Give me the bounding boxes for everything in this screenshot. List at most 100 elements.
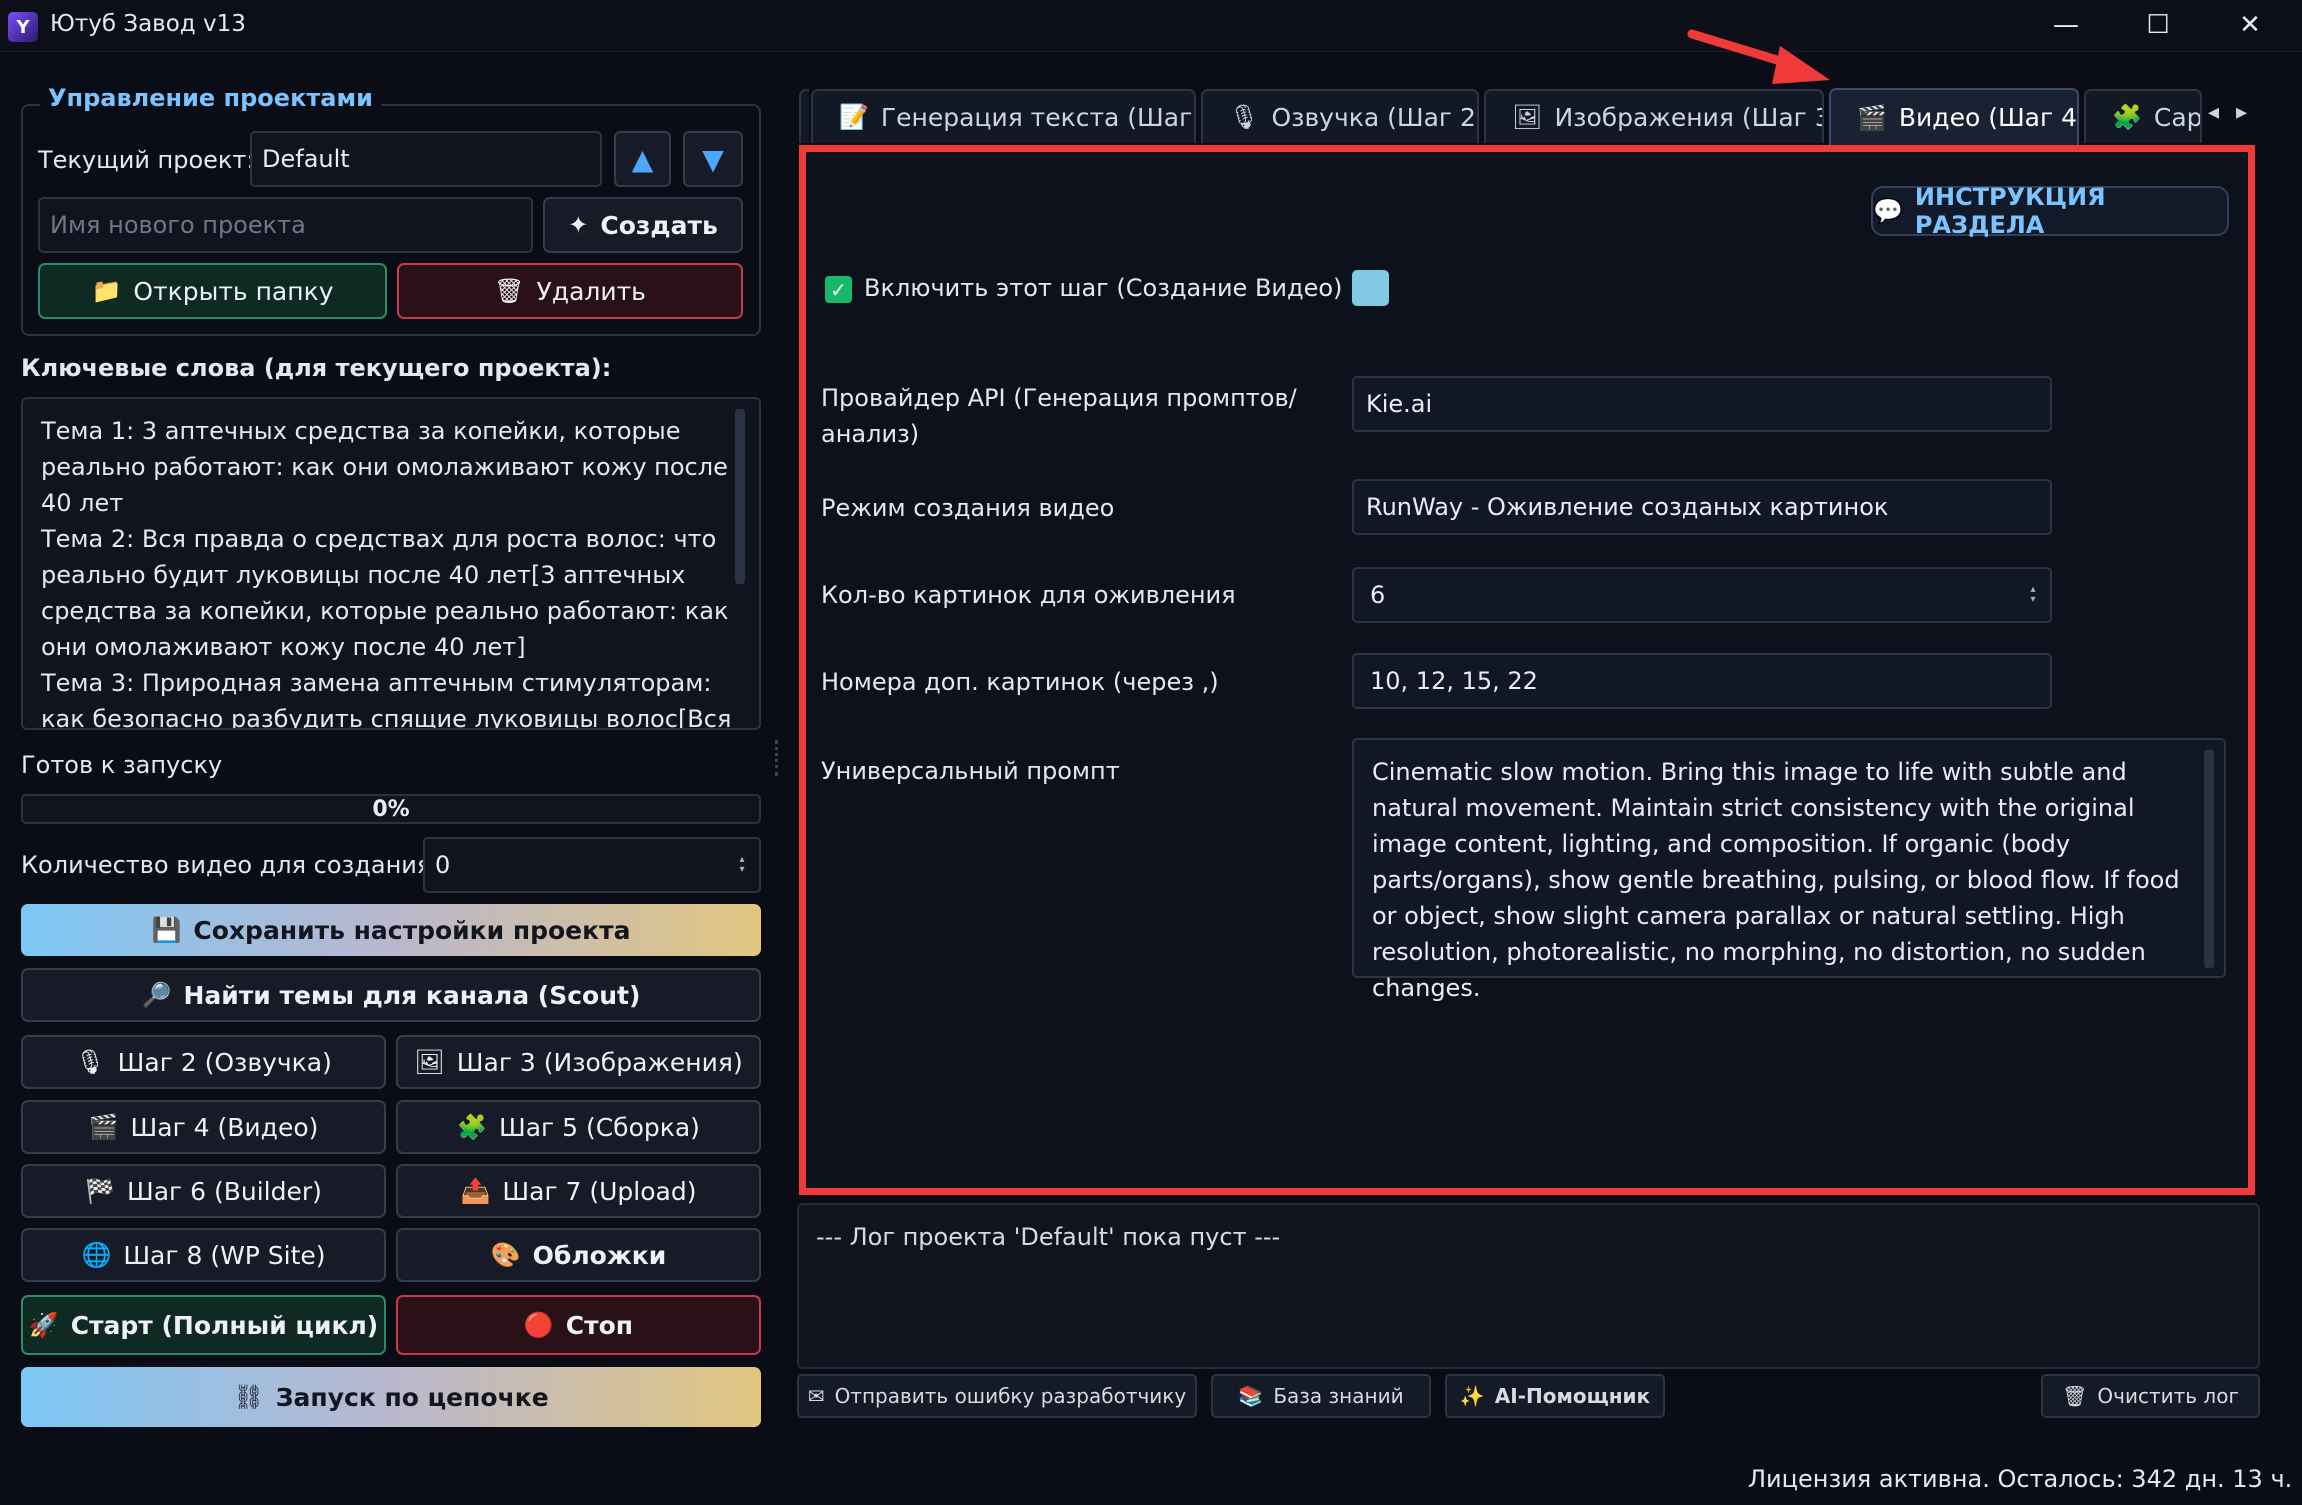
enable-step-checkbox[interactable]: ✓ xyxy=(825,276,852,303)
step4-label: Шаг 4 (Видео) xyxy=(130,1112,319,1142)
log-text: --- Лог проекта 'Default' пока пуст --- xyxy=(816,1223,1281,1251)
microphone-icon: 🎙 xyxy=(1229,103,1260,131)
memo-icon: 📝 xyxy=(839,103,869,131)
puzzle-icon: 🧩 xyxy=(457,1113,487,1141)
universal-prompt-label: Универсальный промпт xyxy=(821,757,1120,785)
step2-button[interactable]: 🎙 Шаг 2 (Озвучка) xyxy=(21,1035,386,1089)
sparkles-icon: ✨ xyxy=(1459,1384,1485,1408)
progress-bar: 0% xyxy=(21,794,761,824)
delete-project-button[interactable]: 🗑 Удалить xyxy=(397,263,743,319)
section-instruction-label: ИНСТРУКЦИЯ РАЗДЕЛА xyxy=(1914,183,2106,239)
project-management-title: Управление проектами xyxy=(40,84,381,112)
video-mode-select[interactable]: RunWay - Оживление созданых картинок xyxy=(1352,479,2052,535)
chain-run-label: Запуск по цепочке xyxy=(275,1382,549,1412)
step5-button[interactable]: 🧩 Шаг 5 (Сборка) xyxy=(396,1100,761,1154)
step2-label: Шаг 2 (Озвучка) xyxy=(117,1047,332,1077)
ai-assistant-label: AI-Помощник xyxy=(1494,1384,1651,1408)
covers-button[interactable]: 🎨 Обложки xyxy=(396,1228,761,1282)
video-count-label: Количество видео для создания: xyxy=(21,851,440,879)
tab-voiceover[interactable]: 🎙 Озвучка (Шаг 2) xyxy=(1201,89,1479,143)
prompt-scrollbar[interactable] xyxy=(2204,750,2214,968)
step5-label: Шаг 5 (Сборка) xyxy=(498,1112,700,1142)
step7-button[interactable]: 📤 Шаг 7 (Upload) xyxy=(396,1164,761,1218)
close-button[interactable]: ✕ xyxy=(2204,0,2296,50)
image-count-spinbox[interactable]: 6 ▴ ▾ xyxy=(1352,567,2052,623)
license-status: Лицензия активна. Осталось: 342 дн. 13 ч… xyxy=(1748,1465,2293,1493)
provider-label: Провайдер API (Генерация промптов/ анали… xyxy=(821,384,1297,448)
tab-text-generation[interactable]: 📝 Генерация текста (Шаг 1) xyxy=(811,89,1196,143)
video-count-spinbox[interactable]: 0 ▴ ▾ xyxy=(423,837,761,893)
spinbox-arrows-icon[interactable]: ▴ ▾ xyxy=(2026,569,2040,621)
step6-button[interactable]: 🏁 Шаг 6 (Builder) xyxy=(21,1164,386,1218)
ai-assistant-button[interactable]: ✨ AI-Помощник xyxy=(1445,1374,1665,1418)
report-error-label: Отправить ошибку разработчику xyxy=(834,1384,1187,1408)
report-error-button[interactable]: ✉ Отправить ошибку разработчику xyxy=(797,1374,1197,1418)
maximize-button[interactable]: ☐ xyxy=(2112,0,2204,50)
red-circle-icon: 🔴 xyxy=(523,1311,554,1339)
globe-icon: 🌐 xyxy=(81,1241,112,1269)
create-project-button[interactable]: ✦ Создать xyxy=(543,197,743,253)
step4-button[interactable]: 🎬 Шаг 4 (Видео) xyxy=(21,1100,386,1154)
tab-assembly[interactable]: 🧩 Сарс xyxy=(2084,89,2202,143)
universal-prompt-textarea[interactable]: Cinematic slow motion. Bring this image … xyxy=(1352,738,2226,1002)
tab-label: Озвучка (Шаг 2) xyxy=(1271,102,1479,132)
sparkle-icon: ✦ xyxy=(568,211,589,239)
tab-video[interactable]: 🎬 Видео (Шаг 4) xyxy=(1829,88,2079,145)
annotation-arrow-icon xyxy=(1687,29,1830,84)
keywords-text: Тема 1: 3 аптечных средства за копейки, … xyxy=(41,417,732,730)
provider-select[interactable]: Kie.ai xyxy=(1352,376,2052,432)
save-settings-button[interactable]: 💾 Сохранить настройки проекта xyxy=(21,904,761,956)
picture-icon: 🖼 xyxy=(414,1048,445,1076)
current-project-label: Текущий проект: xyxy=(38,146,255,174)
tab-images[interactable]: 🖼 Изображения (Шаг 3) xyxy=(1484,89,1824,143)
palette-icon: 🎨 xyxy=(490,1241,521,1269)
project-up-button[interactable]: ▲ xyxy=(614,131,671,187)
knowledge-base-button[interactable]: 📚 База знаний xyxy=(1211,1374,1431,1418)
delete-project-label: Удалить xyxy=(536,276,646,306)
books-icon: 📚 xyxy=(1238,1384,1264,1408)
step3-button[interactable]: 🖼 Шаг 3 (Изображения) xyxy=(396,1035,761,1089)
clapperboard-icon: 🎬 xyxy=(88,1113,119,1141)
stop-button[interactable]: 🔴 Стоп xyxy=(396,1295,761,1355)
spinbox-arrows-icon[interactable]: ▴ ▾ xyxy=(735,839,749,891)
knowledge-base-label: База знаний xyxy=(1273,1384,1404,1408)
universal-prompt-text: Cinematic slow motion. Bring this image … xyxy=(1372,758,2180,1002)
upload-tray-icon: 📤 xyxy=(460,1177,491,1205)
open-folder-label: Открыть папку xyxy=(133,276,334,306)
stop-label: Стоп xyxy=(565,1310,634,1340)
magnifier-icon: 🔎 xyxy=(141,981,172,1009)
section-instruction-button[interactable]: 💬 ИНСТРУКЦИЯ РАЗДЕЛА xyxy=(1871,183,2229,239)
folder-icon: 📁 xyxy=(91,277,122,305)
keywords-textarea[interactable]: Тема 1: 3 аптечных средства за копейки, … xyxy=(21,397,761,730)
step8-button[interactable]: 🌐 Шаг 8 (WP Site) xyxy=(21,1228,386,1282)
rocket-icon: 🚀 xyxy=(28,1311,59,1339)
puzzle-icon: 🧩 xyxy=(2112,103,2142,131)
new-project-name-input[interactable]: Имя нового проекта xyxy=(38,197,533,253)
clear-log-button[interactable]: 🗑 Очистить лог xyxy=(2041,1374,2260,1418)
microphone-icon: 🎙 xyxy=(75,1048,106,1076)
current-project-select[interactable]: Default xyxy=(250,131,602,187)
image-count-label: Кол-во картинок для оживления xyxy=(821,581,1236,609)
video-mode-label: Режим создания видео xyxy=(821,494,1115,522)
open-folder-button[interactable]: 📁 Открыть папку xyxy=(38,263,387,319)
chain-icon: ⛓ xyxy=(233,1383,264,1411)
minimize-button[interactable]: — xyxy=(2020,0,2112,50)
clear-log-label: Очистить лог xyxy=(2097,1384,2239,1408)
scout-button[interactable]: 🔎 Найти темы для канала (Scout) xyxy=(21,968,761,1022)
step8-label: Шаг 8 (WP Site) xyxy=(123,1240,326,1270)
chain-run-button[interactable]: ⛓ Запуск по цепочке xyxy=(21,1367,761,1427)
arrow-up-icon: ▲ xyxy=(631,142,654,176)
tab-scroll-right-icon[interactable]: ▸ xyxy=(2236,100,2247,125)
progress-text: 0% xyxy=(372,796,410,822)
project-down-button[interactable]: ▼ xyxy=(683,131,743,187)
save-settings-label: Сохранить настройки проекта xyxy=(193,915,631,945)
checkmark-icon: ✓ xyxy=(830,277,847,302)
trash-icon: 🗑 xyxy=(494,277,525,305)
extra-images-input[interactable]: 10, 12, 15, 22 xyxy=(1352,653,2052,709)
start-full-cycle-button[interactable]: 🚀 Старт (Полный цикл) xyxy=(21,1295,386,1355)
tab-scroll-left-icon[interactable]: ◂ xyxy=(2208,100,2219,125)
splitter-handle[interactable] xyxy=(775,740,779,776)
step-color-swatch[interactable] xyxy=(1352,270,1389,306)
keywords-scrollbar[interactable] xyxy=(735,409,745,584)
status-label: Готов к запуску xyxy=(21,751,223,779)
